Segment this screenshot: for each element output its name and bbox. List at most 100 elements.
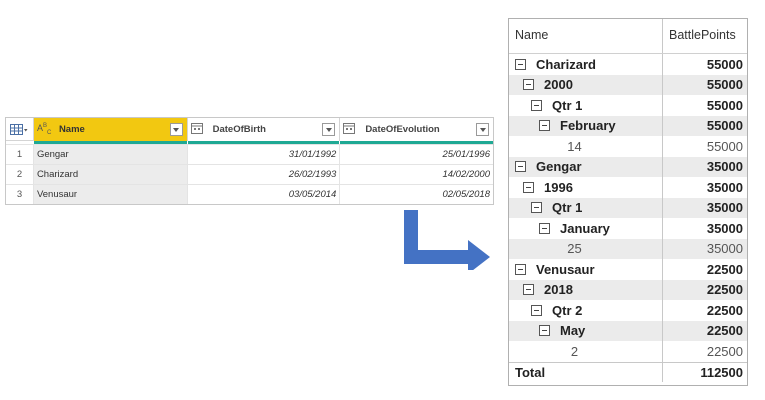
matrix-row-label: 2 [570, 343, 579, 359]
matrix-row[interactable]: 14 55000 [509, 136, 747, 157]
matrix-body: Charizard 55000 2000 55000 Qtr 1 55000 Februar… [509, 54, 747, 362]
cell-dateofevolution[interactable]: 25/01/1996 [340, 145, 493, 164]
collapse-minus-icon[interactable] [523, 79, 534, 91]
column-filter-dropdown[interactable] [322, 123, 336, 136]
matrix-row-label-cell: 1996 [509, 177, 663, 198]
matrix-row[interactable]: 2000 55000 [509, 74, 747, 95]
matrix-row[interactable]: May 22500 [509, 320, 747, 341]
matrix-row-value: 35000 [706, 220, 743, 236]
matrix-row-label: 2018 [544, 282, 573, 298]
matrix-row[interactable]: January 35000 [509, 218, 747, 239]
matrix-row-label-cell: 14 [509, 136, 663, 157]
table-header-row: ABC Name DateOfBirth DateOfEvolution [6, 118, 493, 144]
matrix-row-value: 55000 [706, 138, 743, 154]
total-value: 112500 [700, 364, 743, 380]
row-number: 3 [6, 185, 34, 204]
matrix-row-label: Charizard [536, 56, 596, 72]
matrix-row-label-cell: 2000 [509, 74, 663, 95]
table-options-button[interactable] [6, 118, 34, 141]
total-label: Total [515, 364, 546, 380]
collapse-minus-icon[interactable] [515, 161, 526, 173]
matrix-header-name[interactable]: Name [509, 19, 663, 53]
cell-dateofbirth[interactable]: 03/05/2014 [188, 185, 341, 204]
matrix-row-label-cell: February [509, 115, 663, 136]
column-header-label: Name [58, 124, 85, 135]
matrix-row-label-cell: Gengar [509, 156, 663, 177]
matrix-row-value: 35000 [706, 179, 743, 195]
total-label-cell: Total [509, 362, 663, 382]
matrix-row-label-cell: 2 [509, 341, 663, 362]
matrix-row[interactable]: 25 35000 [509, 238, 747, 259]
matrix-row-label-cell: 2018 [509, 279, 663, 300]
matrix-row-value: 22500 [706, 261, 743, 277]
collapse-minus-icon[interactable] [531, 304, 542, 316]
matrix-row-label: 25 [567, 241, 582, 257]
matrix-row[interactable]: Venusaur 22500 [509, 259, 747, 280]
chevron-down-icon [173, 127, 180, 132]
collapse-minus-icon[interactable] [531, 202, 542, 214]
collapse-minus-icon[interactable] [531, 99, 542, 111]
matrix-row-label: Qtr 1 [552, 200, 583, 216]
matrix-row-label-cell: Qtr 2 [509, 300, 663, 321]
chevron-down-icon [479, 127, 486, 132]
collapse-minus-icon[interactable] [523, 181, 534, 193]
collapse-minus-icon[interactable] [515, 58, 526, 70]
collapse-minus-icon[interactable] [539, 222, 550, 234]
collapse-minus-icon[interactable] [539, 325, 550, 337]
column-filter-dropdown[interactable] [169, 123, 183, 136]
matrix-row[interactable]: 1996 35000 [509, 177, 747, 198]
matrix-row[interactable]: Gengar 35000 [509, 156, 747, 177]
matrix-row-value: 55000 [706, 118, 743, 134]
matrix-row[interactable]: 2 22500 [509, 341, 747, 362]
matrix-row[interactable]: February 55000 [509, 115, 747, 136]
calendar-type-icon[interactable] [343, 123, 359, 136]
matrix-row-label-cell: Venusaur [509, 259, 663, 280]
matrix-row-value: 55000 [706, 56, 743, 72]
matrix-row-value: 55000 [706, 77, 743, 93]
matrix-row-value: 22500 [706, 323, 743, 339]
matrix-row-label: 14 [567, 138, 582, 154]
source-data-table: ABC Name DateOfBirth DateOfEvolution 1 G… [5, 117, 494, 205]
matrix-row[interactable]: Qtr 1 35000 [509, 197, 747, 218]
table-row[interactable]: 1 Gengar 31/01/1992 25/01/1996 [6, 144, 493, 164]
matrix-row[interactable]: Qtr 1 55000 [509, 95, 747, 116]
cell-name[interactable]: Charizard [33, 165, 188, 184]
calendar-type-icon[interactable] [190, 123, 207, 136]
collapse-minus-icon[interactable] [515, 263, 526, 275]
matrix-row[interactable]: 2018 22500 [509, 279, 747, 300]
abc-text-type-icon[interactable]: ABC [37, 123, 53, 136]
matrix-row-label: May [560, 323, 586, 339]
column-filter-dropdown[interactable] [476, 123, 489, 136]
chevron-down-icon [325, 127, 332, 132]
table-grid-icon [10, 123, 28, 135]
table-row[interactable]: 2 Charizard 26/02/1993 14/02/2000 [6, 164, 493, 184]
matrix-row-label: Qtr 2 [552, 302, 583, 318]
collapse-minus-icon[interactable] [523, 284, 534, 296]
matrix-row-value: 22500 [706, 302, 743, 318]
matrix-row-label: January [560, 220, 610, 236]
cell-name[interactable]: Gengar [33, 145, 188, 164]
matrix-row-label-cell: January [509, 218, 663, 239]
column-header-name[interactable]: ABC Name [33, 118, 188, 144]
matrix-row[interactable]: Qtr 2 22500 [509, 300, 747, 321]
matrix-visual: Name BattlePoints Charizard 55000 2000 5500… [508, 18, 748, 386]
matrix-row-value: 35000 [706, 159, 743, 175]
cell-dateofbirth[interactable]: 31/01/1992 [188, 145, 341, 164]
matrix-row-label: Gengar [536, 159, 582, 175]
matrix-row-value: 22500 [706, 343, 743, 359]
cell-dateofevolution[interactable]: 02/05/2018 [340, 185, 493, 204]
column-header-dateofbirth[interactable]: DateOfBirth [187, 118, 341, 144]
column-header-dateofevolution[interactable]: DateOfEvolution [340, 118, 493, 144]
cell-dateofevolution[interactable]: 14/02/2000 [340, 165, 493, 184]
matrix-row[interactable]: Charizard 55000 [509, 54, 747, 75]
matrix-row-label: Venusaur [536, 261, 595, 277]
right-angle-arrow-icon [404, 210, 490, 270]
cell-name[interactable]: Venusaur [33, 185, 188, 204]
table-row[interactable]: 3 Venusaur 03/05/2014 02/05/2018 [6, 184, 493, 204]
collapse-minus-icon[interactable] [539, 120, 550, 132]
cell-dateofbirth[interactable]: 26/02/1993 [188, 165, 341, 184]
matrix-row-label-cell: Qtr 1 [509, 197, 663, 218]
matrix-header-battlepoints[interactable]: BattlePoints [663, 19, 747, 53]
matrix-header-row: Name BattlePoints [509, 19, 747, 54]
column-header-label: DateOfEvolution [365, 124, 440, 135]
